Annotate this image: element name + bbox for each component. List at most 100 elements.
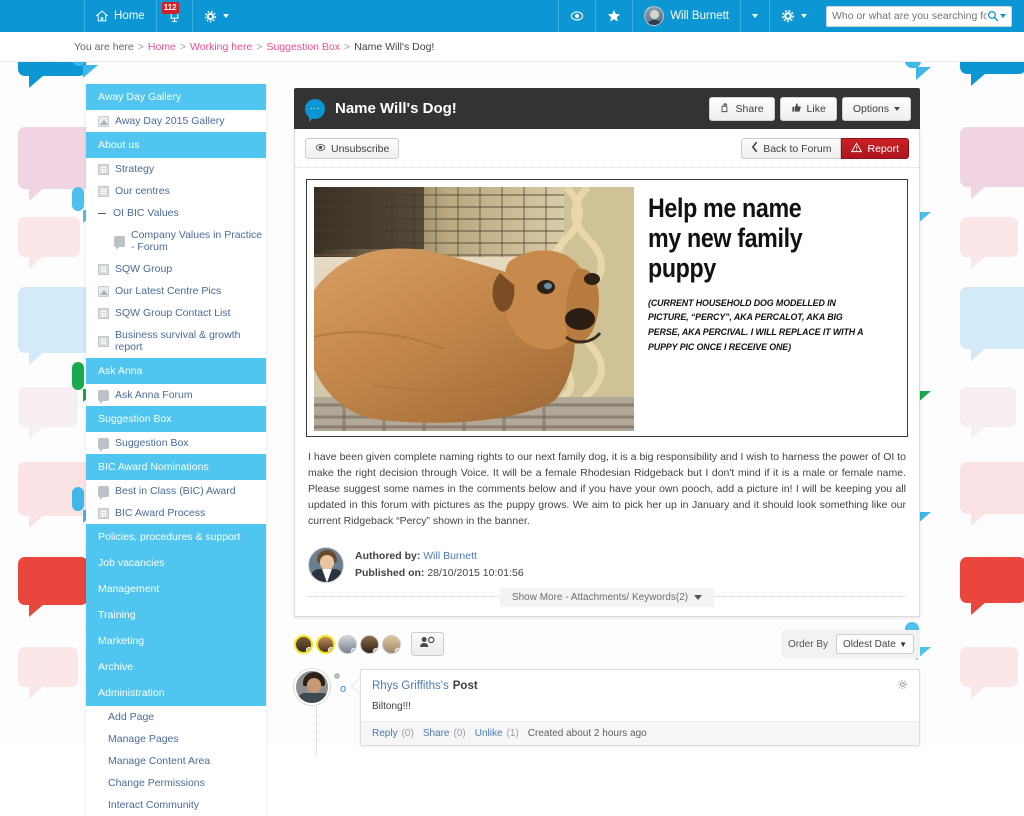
participant-avatar[interactable] xyxy=(294,634,313,654)
sidebar-item-manage-content-area[interactable]: Manage Content Area xyxy=(86,750,266,772)
sidebar-item-ask-anna-forum[interactable]: Ask Anna Forum xyxy=(86,384,266,406)
sidebar-item-bic-award-process[interactable]: BIC Award Process xyxy=(86,502,266,524)
search-box[interactable] xyxy=(826,5,1012,27)
participant-avatar[interactable] xyxy=(338,634,357,654)
notifications-button[interactable]: 112 xyxy=(155,0,192,32)
sidebar-item-label: Interact Community xyxy=(108,799,200,811)
breadcrumb-separator: > xyxy=(256,40,263,53)
sidebar-item-label: Company Values in Practice - Forum xyxy=(131,229,263,253)
sidebar-item-training[interactable]: Training xyxy=(86,602,266,628)
show-more-button[interactable]: Show More - Attachments/ Keywords(2) xyxy=(499,587,715,607)
participant-avatar[interactable] xyxy=(316,634,335,654)
sidebar-navigation: Away Day Gallery Away Day 2015 Gallery A… xyxy=(86,84,266,816)
comment-share-link[interactable]: Share xyxy=(423,728,450,739)
favourites-button[interactable] xyxy=(595,0,632,32)
user-menu-button[interactable]: Will Burnett xyxy=(632,0,740,32)
report-button[interactable]: Report xyxy=(841,138,909,159)
unsubscribe-button[interactable]: Unsubscribe xyxy=(305,138,400,159)
comment-unlike-link[interactable]: Unlike xyxy=(475,728,503,739)
comment-connector: o xyxy=(340,669,360,746)
gear-icon[interactable] xyxy=(897,679,908,693)
sidebar-item-label: Best in Class (BIC) Award xyxy=(115,485,236,497)
breadcrumb-item-suggestion-box[interactable]: Suggestion Box xyxy=(266,41,340,53)
sidebar-item-bic-award-nominations[interactable]: BIC Award Nominations xyxy=(86,454,266,480)
sidebar-item-management[interactable]: Management xyxy=(86,576,266,602)
sidebar-item-label: BIC Award Process xyxy=(115,507,206,519)
sidebar-item-away-day-gallery[interactable]: Away Day Gallery xyxy=(86,84,266,110)
connector-arrow xyxy=(352,679,360,693)
sidebar-item-label: Add Page xyxy=(108,711,155,723)
settings-menu-button[interactable] xyxy=(191,0,240,32)
breadcrumb: You are here > Home > Working here > Sug… xyxy=(0,32,1024,62)
sidebar-item-label: Marketing xyxy=(98,635,145,647)
sidebar-item-archive[interactable]: Archive xyxy=(86,654,266,680)
breadcrumb-separator: > xyxy=(344,40,351,53)
people-button[interactable] xyxy=(411,632,444,656)
post-toolbar-right: Back to Forum Report xyxy=(741,138,909,159)
like-button[interactable]: Like xyxy=(779,96,837,121)
admin-settings-button[interactable] xyxy=(769,0,818,32)
home-nav-button[interactable]: Home xyxy=(84,0,156,32)
order-by-label: Order By xyxy=(787,638,828,650)
sidebar-item-oi-bic-values[interactable]: OI BIC Values xyxy=(86,202,266,224)
image-icon xyxy=(98,285,109,297)
sidebar-item-marketing[interactable]: Marketing xyxy=(86,628,266,654)
sidebar-item-about-us[interactable]: About us xyxy=(86,132,266,158)
sidebar-item-change-permissions[interactable]: Change Permissions xyxy=(86,772,266,794)
sidebar-item-suggestion-box[interactable]: Suggestion Box xyxy=(86,432,266,454)
post-text: I have been given complete naming rights… xyxy=(308,451,906,527)
views-button[interactable] xyxy=(558,0,595,32)
comment-share-count: (0) xyxy=(453,728,466,739)
sidebar-item-policies-procedures-support[interactable]: Policies, procedures & support xyxy=(86,524,266,550)
top-navigation-bar: Home 112 Will Burnett xyxy=(0,0,1024,32)
speech-bubble-decoration xyxy=(18,647,78,699)
back-to-forum-button[interactable]: Back to Forum xyxy=(741,138,842,159)
sidebar-item-label: BIC Award Nominations xyxy=(98,461,209,473)
comment-avatar-column xyxy=(294,669,342,756)
sidebar-item-add-page[interactable]: Add Page xyxy=(86,706,266,728)
sidebar-item-company-values-in-practice-forum[interactable]: Company Values in Practice - Forum xyxy=(86,224,266,258)
sidebar-item-our-latest-centre-pics[interactable]: Our Latest Centre Pics xyxy=(86,280,266,302)
sidebar-item-strategy[interactable]: Strategy xyxy=(86,158,266,180)
chevron-down-icon: ▼ xyxy=(899,639,907,649)
connector-dot-icon: o xyxy=(340,683,347,695)
document-icon xyxy=(98,185,109,197)
options-button[interactable]: Options xyxy=(841,96,911,121)
sidebar-item-administration[interactable]: Administration xyxy=(86,680,266,706)
forum-icon xyxy=(98,437,109,452)
sidebar-item-interact-community[interactable]: Interact Community xyxy=(86,794,266,816)
sidebar-item-best-in-class-bic-award[interactable]: Best in Class (BIC) Award xyxy=(86,480,266,502)
people-icon xyxy=(420,635,435,653)
participant-avatar[interactable] xyxy=(382,634,401,654)
author-name-link[interactable]: Will Burnett xyxy=(423,550,477,562)
breadcrumb-item-working-here[interactable]: Working here xyxy=(190,41,252,53)
order-by-value: Oldest Date xyxy=(843,638,896,650)
chevron-down-icon xyxy=(1000,14,1006,18)
sidebar-item-label: Archive xyxy=(98,661,134,673)
comment-reply-link[interactable]: Reply xyxy=(372,728,398,739)
search-input[interactable] xyxy=(832,10,987,22)
sidebar-item-label: Ask Anna xyxy=(98,365,143,377)
sidebar-item-job-vacancies[interactable]: Job vacancies xyxy=(86,550,266,576)
sidebar-item-away-day-2015-gallery[interactable]: Away Day 2015 Gallery xyxy=(86,110,266,132)
sidebar-item-business-survival-growth-report[interactable]: Business survival & growth report xyxy=(86,324,266,358)
sidebar-item-suggestion-box-header[interactable]: Suggestion Box xyxy=(86,406,266,432)
search-icon[interactable] xyxy=(987,10,1006,22)
speech-bubble-decoration xyxy=(960,462,1024,526)
order-by-select[interactable]: Oldest Date ▼ xyxy=(836,634,914,654)
sidebar-item-ask-anna[interactable]: Ask Anna xyxy=(86,358,266,384)
comment-author-link[interactable]: Rhys Griffiths's xyxy=(372,680,449,692)
sidebar-item-sqw-group[interactable]: SQW Group xyxy=(86,258,266,280)
participant-avatar[interactable] xyxy=(360,634,379,654)
document-icon xyxy=(98,263,109,275)
user-menu-caret[interactable] xyxy=(740,0,769,32)
sidebar-item-manage-pages[interactable]: Manage Pages xyxy=(86,728,266,750)
sidebar-item-our-centres[interactable]: Our centres xyxy=(86,180,266,202)
chevron-down-icon xyxy=(694,594,703,600)
sidebar-item-label: Change Permissions xyxy=(108,777,205,789)
sidebar-item-sqw-group-contact-list[interactable]: SQW Group Contact List xyxy=(86,302,266,324)
user-name-label: Will Burnett xyxy=(670,10,729,22)
share-button[interactable]: Share xyxy=(708,96,775,121)
speech-bubble-decoration xyxy=(960,647,1018,699)
breadcrumb-item-home[interactable]: Home xyxy=(148,41,176,53)
